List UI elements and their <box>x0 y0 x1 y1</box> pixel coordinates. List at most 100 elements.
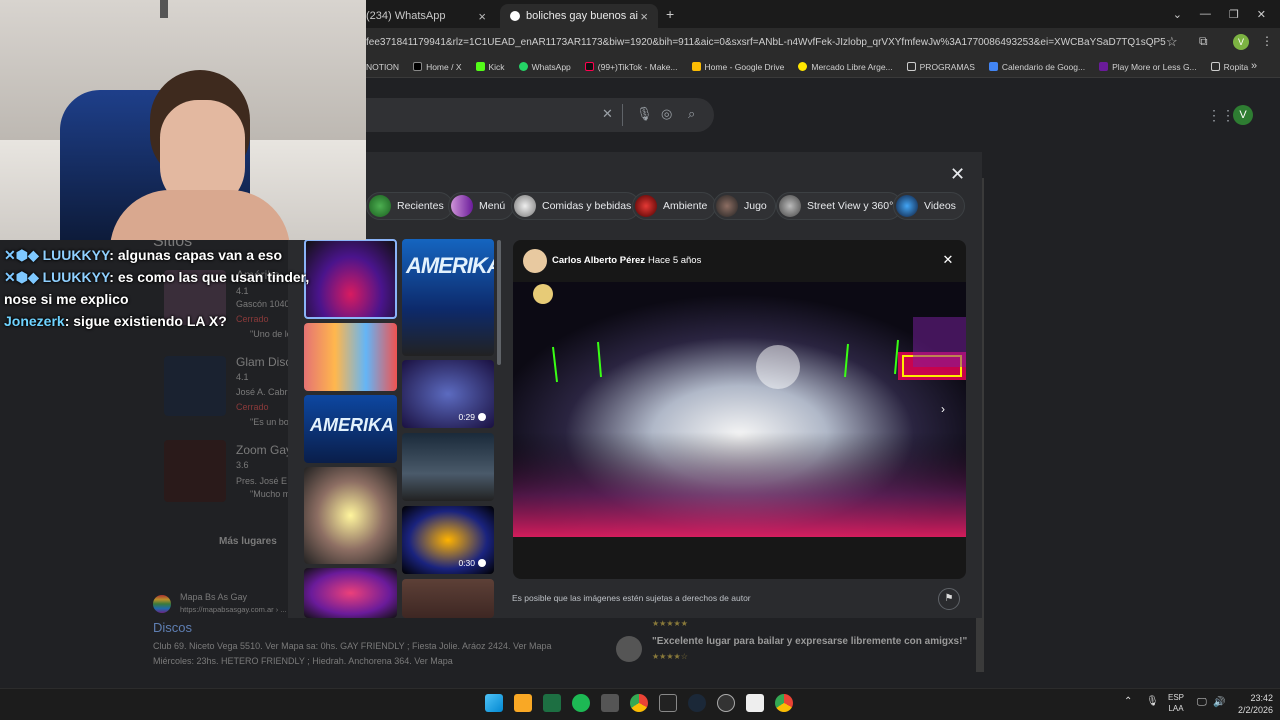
chrome-active-icon[interactable] <box>775 694 793 712</box>
bookmark-ropita[interactable]: Ropita <box>1210 62 1248 72</box>
crowd <box>513 432 966 537</box>
photo-thumbnail[interactable] <box>304 323 397 391</box>
thumbnail-scrollbar[interactable] <box>497 240 501 365</box>
chip-jugo[interactable]: Jugo <box>713 192 776 220</box>
chip-thumbnail <box>514 195 536 217</box>
microphone-icon[interactable]: 🎙 <box>1146 696 1159 707</box>
file-explorer-icon[interactable] <box>514 694 532 712</box>
video-duration: 0:30 <box>458 558 486 568</box>
bookmark-star-icon[interactable]: ☆ <box>1166 34 1178 50</box>
place-address: Pres. José E <box>236 476 288 486</box>
bookmark-programas[interactable]: PROGRAMAS <box>906 62 975 72</box>
bookmark-notion[interactable]: NOTION <box>366 62 399 72</box>
result-snippet: Club 69. Niceto Vega 5510. Ver Mapa sa: … <box>153 641 552 651</box>
video-thumbnail[interactable]: 0:30 <box>402 506 494 574</box>
voice-search-icon[interactable]: 🎙 <box>636 106 653 122</box>
chip-videos[interactable]: Videos <box>893 192 965 220</box>
bookmark-kick[interactable]: Kick <box>475 62 505 72</box>
bookmark-mercadolibre[interactable]: Mercado Libre Arge... <box>798 61 893 72</box>
bookmark-x[interactable]: Home / X <box>413 62 462 72</box>
chat-username: LUUKKYY <box>42 269 110 285</box>
place-rating: 4.1 <box>236 372 249 382</box>
place-review: "Es un bo <box>250 417 289 427</box>
result-site-name[interactable]: Mapa Bs As Gay <box>180 592 247 602</box>
bookmark-label: (99+)TikTok - Make... <box>597 61 678 72</box>
place-thumbnail[interactable] <box>164 356 226 416</box>
bookmark-playmore[interactable]: Play More or Less G... <box>1099 62 1197 72</box>
start-button-icon[interactable] <box>485 694 503 712</box>
close-icon[interactable]: × <box>478 9 486 24</box>
minimize-icon[interactable]: — <box>1200 8 1211 20</box>
input-language[interactable]: ESP LAA <box>1168 692 1184 714</box>
address-bar[interactable]: fee371841179941&rlz=1C1UEAD_enAR1173AR11… <box>366 32 1166 53</box>
extensions-icon[interactable]: ⧉ <box>1199 34 1208 49</box>
more-places-link[interactable]: Más lugares <box>219 536 277 547</box>
window-controls: ⌄ — ❐ ✕ <box>1173 0 1280 28</box>
close-viewer-icon[interactable]: ✕ <box>938 250 958 270</box>
search-icon[interactable]: ⌕ <box>688 106 695 122</box>
chip-thumbnail <box>779 195 801 217</box>
lamp-cord <box>160 0 168 18</box>
photo-thumbnail[interactable] <box>402 433 494 501</box>
chat-text: algunas capas van a eso <box>117 247 283 263</box>
spotify-icon[interactable] <box>572 694 590 712</box>
result-url[interactable]: https://mapabsasgay.com.ar › ... <box>180 605 287 614</box>
network-icon[interactable]: 🖵 <box>1197 697 1207 708</box>
bookmark-label: Mercado Libre Arge... <box>811 61 893 72</box>
photo-thumbnail[interactable] <box>402 579 494 618</box>
result-title[interactable]: Discos <box>153 620 192 635</box>
epic-games-icon[interactable] <box>659 694 677 712</box>
close-window-icon[interactable]: ✕ <box>1257 8 1266 21</box>
tab-whatsapp[interactable]: (234) WhatsApp × <box>356 4 496 28</box>
avatar[interactable]: V <box>1233 105 1253 125</box>
app-icon[interactable] <box>717 694 735 712</box>
site-favicon <box>153 595 171 613</box>
volume-icon[interactable]: 🔊 <box>1213 697 1225 708</box>
tray-chevron-icon[interactable]: ⌃ <box>1124 696 1132 707</box>
chip-label: Jugo <box>744 200 767 212</box>
chip-label: Menú <box>479 200 506 212</box>
photo-thumbnail[interactable] <box>304 568 397 618</box>
chip-thumbnail <box>716 195 738 217</box>
author-name[interactable]: Carlos Alberto Pérez <box>552 255 645 266</box>
clear-icon[interactable]: ✕ <box>602 106 613 122</box>
photo-thumbnail[interactable]: AMERIKA <box>304 395 397 463</box>
photo-thumbnail[interactable]: AMERIKA <box>402 239 494 356</box>
restore-icon[interactable]: ❐ <box>1229 8 1239 21</box>
chip-recientes[interactable]: Recientes <box>366 192 453 220</box>
bookmark-calendar[interactable]: Calendario de Goog... <box>988 62 1085 72</box>
chip-comidas[interactable]: Comidas y bebidas <box>511 192 641 220</box>
tab-search-icon[interactable]: ⌄ <box>1173 8 1182 21</box>
chip-street-view[interactable]: Street View y 360° <box>776 192 903 220</box>
place-thumbnail[interactable] <box>164 440 226 502</box>
close-modal-icon[interactable]: ✕ <box>950 164 965 185</box>
report-flag-icon[interactable]: ⚑ <box>938 588 960 610</box>
capcut-icon[interactable] <box>746 694 764 712</box>
tab-google-search[interactable]: boliches gay buenos aires - Bu × <box>500 4 658 28</box>
chip-menu[interactable]: Menú <box>448 192 515 220</box>
folder-icon <box>1210 62 1220 71</box>
next-photo-icon[interactable]: › <box>934 400 952 418</box>
profile-avatar[interactable]: V <box>1233 34 1249 50</box>
new-tab-button[interactable]: + <box>666 6 674 22</box>
excel-icon[interactable] <box>543 694 561 712</box>
chrome-icon[interactable] <box>630 694 648 712</box>
photo-thumbnail[interactable] <box>304 467 397 564</box>
chat-message: Jonezerk: sigue existiendo LA X? <box>4 313 227 329</box>
lang-code: ESP <box>1168 693 1185 702</box>
steam-icon[interactable] <box>688 694 706 712</box>
bookmark-whatsapp[interactable]: WhatsApp <box>518 62 571 72</box>
video-thumbnail[interactable]: 0:29 <box>402 360 494 428</box>
menu-icon[interactable]: ⋮ <box>1261 34 1273 48</box>
more-bookmarks-icon[interactable]: » <box>1251 60 1257 72</box>
bookmark-tiktok[interactable]: (99+)TikTok - Make... <box>584 61 678 72</box>
place-name[interactable]: Zoom Gay <box>236 443 292 457</box>
close-icon[interactable]: × <box>640 9 648 24</box>
system-clock[interactable]: 23:42 2/2/2026 <box>1238 692 1273 716</box>
nightclub-photo[interactable] <box>513 282 966 537</box>
bookmark-drive[interactable]: Home - Google Drive <box>691 62 784 72</box>
chip-ambiente[interactable]: Ambiente <box>632 192 717 220</box>
store-icon[interactable] <box>601 694 619 712</box>
lens-icon[interactable]: ◎ <box>661 106 672 122</box>
clock-time: 23:42 <box>1250 693 1274 703</box>
